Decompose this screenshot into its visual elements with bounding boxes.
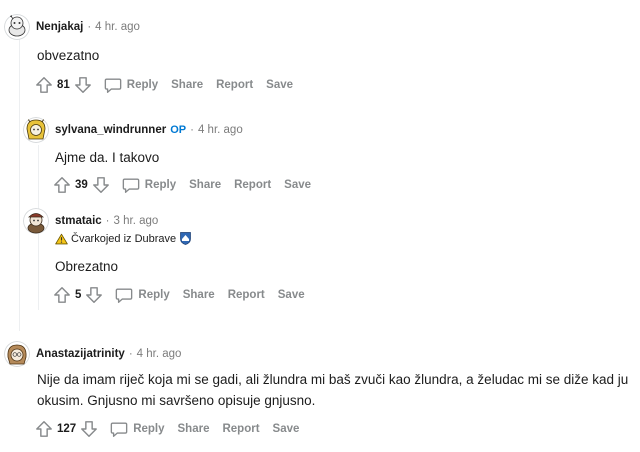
save-button[interactable]: Save — [284, 179, 311, 191]
thread-line[interactable] — [19, 36, 20, 331]
separator: · — [87, 21, 92, 33]
upvote-icon[interactable] — [53, 176, 71, 194]
comment-icon — [116, 288, 133, 303]
reply-button[interactable]: Reply — [104, 77, 158, 94]
share-button[interactable]: Share — [178, 423, 210, 435]
comment-body-line: Nije da imam riječ koja mi se gadi, ali … — [37, 372, 629, 387]
comment-actions: 5 Reply Share Report Save — [53, 286, 305, 304]
downvote-icon[interactable] — [85, 286, 103, 304]
report-button[interactable]: Report — [234, 179, 271, 191]
timestamp[interactable]: 4 hr. ago — [137, 348, 182, 360]
downvote-icon[interactable] — [80, 420, 98, 438]
avatar[interactable] — [23, 208, 49, 234]
reply-label: Reply — [133, 423, 165, 435]
vote-score: 5 — [75, 289, 82, 301]
author-name[interactable]: Anastazijatrinity — [36, 348, 125, 360]
comment-body-line: okusim. Gnjusno mi savršeno opisuje gnju… — [37, 393, 316, 408]
comment-actions: 81 Reply Share Report Save — [35, 76, 293, 94]
timestamp[interactable]: 3 hr. ago — [114, 215, 159, 227]
reply-button[interactable]: Reply — [110, 421, 165, 438]
warning-icon — [55, 233, 68, 244]
comment-icon — [110, 422, 128, 437]
timestamp[interactable]: 4 hr. ago — [198, 124, 243, 136]
author-name[interactable]: sylvana_windrunner — [55, 124, 166, 136]
op-badge: OP — [170, 124, 187, 136]
share-button[interactable]: Share — [189, 179, 221, 191]
downvote-icon[interactable] — [74, 76, 92, 94]
comment-icon — [104, 78, 122, 93]
separator: · — [105, 215, 110, 227]
share-button[interactable]: Share — [183, 289, 215, 301]
comment-icon — [122, 178, 140, 193]
reply-label: Reply — [144, 179, 177, 191]
report-button[interactable]: Report — [222, 423, 259, 435]
upvote-icon[interactable] — [35, 420, 53, 438]
save-button[interactable]: Save — [273, 423, 300, 435]
reply-button[interactable]: Reply — [122, 177, 176, 194]
user-flair: Čvarkojed iz Dubrave — [55, 232, 192, 245]
comment-body: obvezatno — [37, 48, 100, 63]
timestamp[interactable]: 4 hr. ago — [95, 21, 140, 33]
comment-body: Nije da imam riječ koja mi se gadi, ali … — [37, 369, 628, 411]
comment-header: sylvana_windrunner OP · 4 hr. ago — [23, 117, 243, 143]
reply-button[interactable]: Reply — [115, 287, 170, 304]
comment-actions: 127 Reply Share Report Save — [35, 420, 299, 438]
upvote-icon[interactable] — [53, 286, 71, 304]
comment-body: Ajme da. I takovo — [55, 150, 160, 165]
comment-body: Obrezatno — [55, 259, 119, 274]
save-button[interactable]: Save — [278, 289, 305, 301]
vote-score: 81 — [57, 79, 70, 91]
reply-label: Reply — [138, 289, 170, 301]
author-name[interactable]: stmataic — [55, 215, 102, 227]
downvote-icon[interactable] — [92, 176, 110, 194]
flair-text: Čvarkojed iz Dubrave — [71, 232, 177, 245]
report-button[interactable]: Report — [228, 289, 265, 301]
comment-header: Nenjakaj · 4 hr. ago — [4, 14, 140, 40]
comment-actions: 39 Reply Share Report Save — [53, 176, 311, 194]
separator: · — [128, 348, 133, 360]
report-button[interactable]: Report — [216, 79, 253, 91]
author-name[interactable]: Nenjakaj — [36, 21, 83, 33]
save-button[interactable]: Save — [266, 79, 293, 91]
avatar[interactable] — [4, 341, 30, 367]
vote-score: 127 — [57, 423, 77, 435]
avatar[interactable] — [23, 117, 49, 143]
avatar[interactable] — [4, 14, 30, 40]
crest-icon — [180, 232, 192, 245]
comment-header: Anastazijatrinity · 4 hr. ago — [4, 341, 181, 367]
reply-label: Reply — [126, 79, 159, 91]
separator: · — [190, 124, 194, 136]
upvote-icon[interactable] — [35, 76, 53, 94]
share-button[interactable]: Share — [171, 79, 203, 91]
comment-header: stmataic · 3 hr. ago — [23, 208, 158, 234]
vote-score: 39 — [75, 179, 88, 191]
